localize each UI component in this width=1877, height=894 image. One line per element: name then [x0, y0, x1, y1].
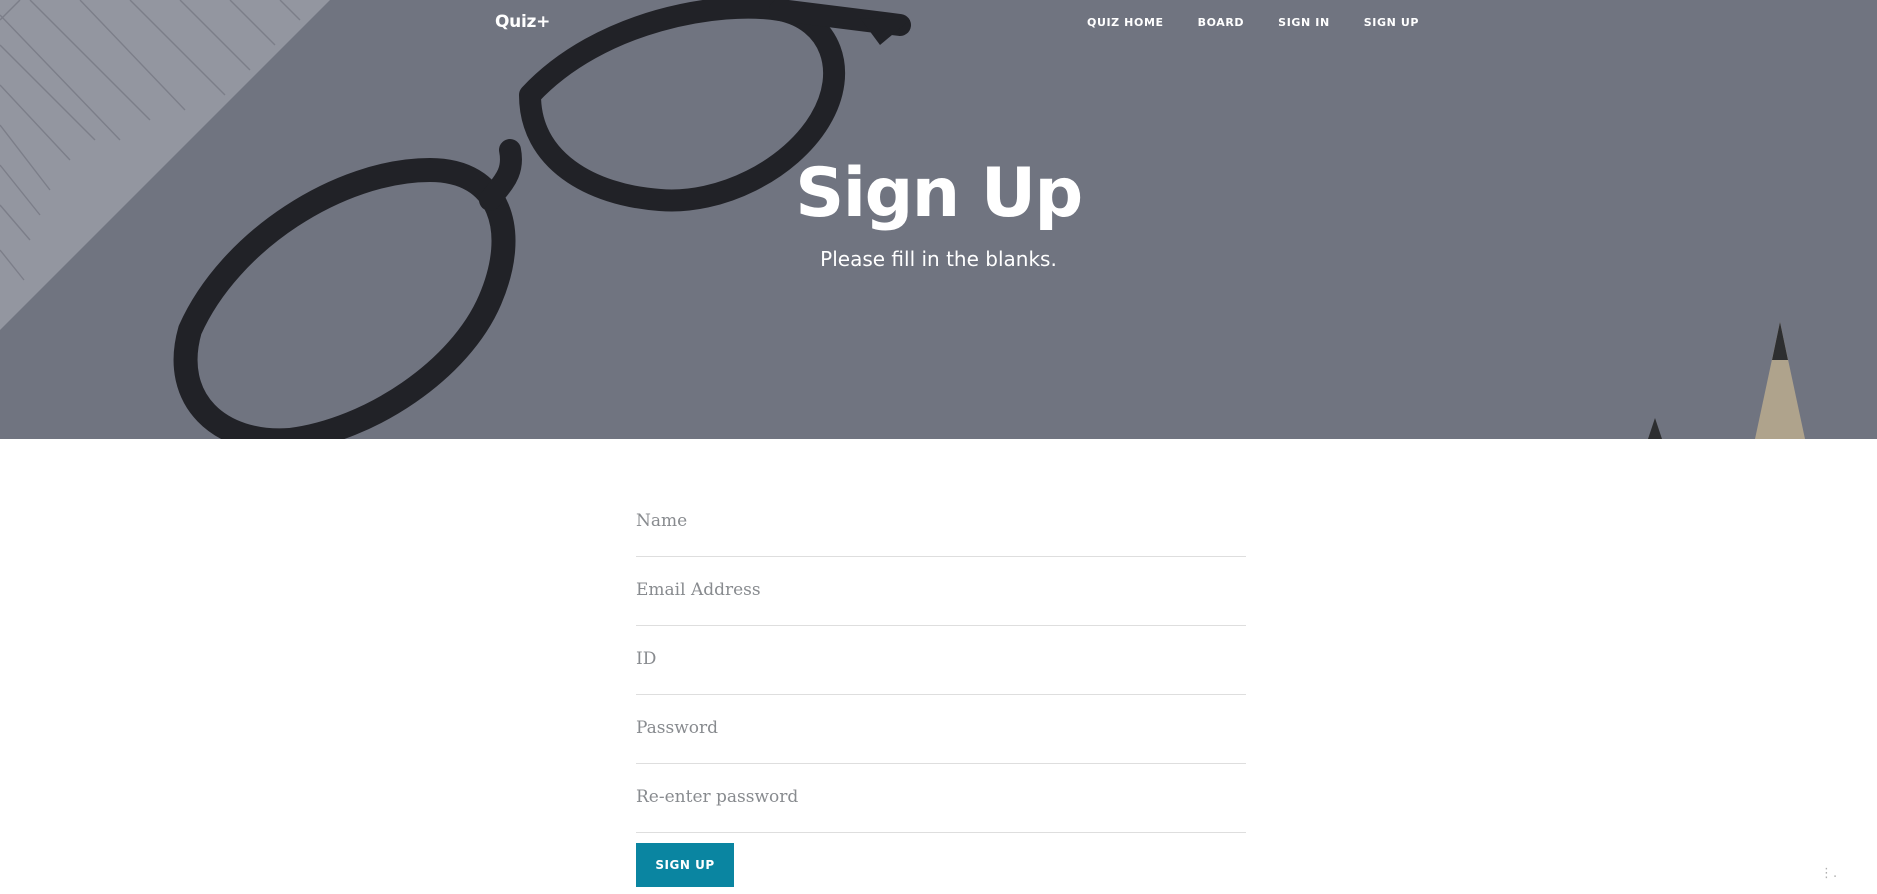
id-input[interactable] — [636, 642, 1236, 676]
top-navbar: Quiz+ QUIZ HOME BOARD SIGN IN SIGN UP — [0, 0, 1877, 44]
resize-handle-icon: ⋮. — [1820, 866, 1838, 881]
password-field-row — [636, 695, 1246, 764]
email-input[interactable] — [636, 573, 1236, 607]
brand-logo[interactable]: Quiz+ — [495, 12, 550, 32]
signup-form: SIGN UP — [636, 488, 1246, 887]
name-field-row — [636, 488, 1246, 557]
name-input[interactable] — [636, 504, 1236, 538]
nav-link-board[interactable]: BOARD — [1198, 16, 1245, 29]
email-field-row — [636, 557, 1246, 626]
nav-link-sign-in[interactable]: SIGN IN — [1278, 16, 1330, 29]
sign-up-button[interactable]: SIGN UP — [636, 843, 734, 887]
password-input[interactable] — [636, 711, 1236, 745]
nav-link-sign-up[interactable]: SIGN UP — [1364, 16, 1419, 29]
nav-links: QUIZ HOME BOARD SIGN IN SIGN UP — [1087, 16, 1419, 29]
nav-link-quiz-home[interactable]: QUIZ HOME — [1087, 16, 1164, 29]
confirm-password-field-row — [636, 764, 1246, 833]
page-subtitle: Please fill in the blanks. — [820, 247, 1057, 271]
hero-section: Quiz+ QUIZ HOME BOARD SIGN IN SIGN UP Si… — [0, 0, 1877, 439]
confirm-password-input[interactable] — [636, 780, 1236, 814]
id-field-row — [636, 626, 1246, 695]
page-title: Sign Up — [795, 154, 1083, 233]
